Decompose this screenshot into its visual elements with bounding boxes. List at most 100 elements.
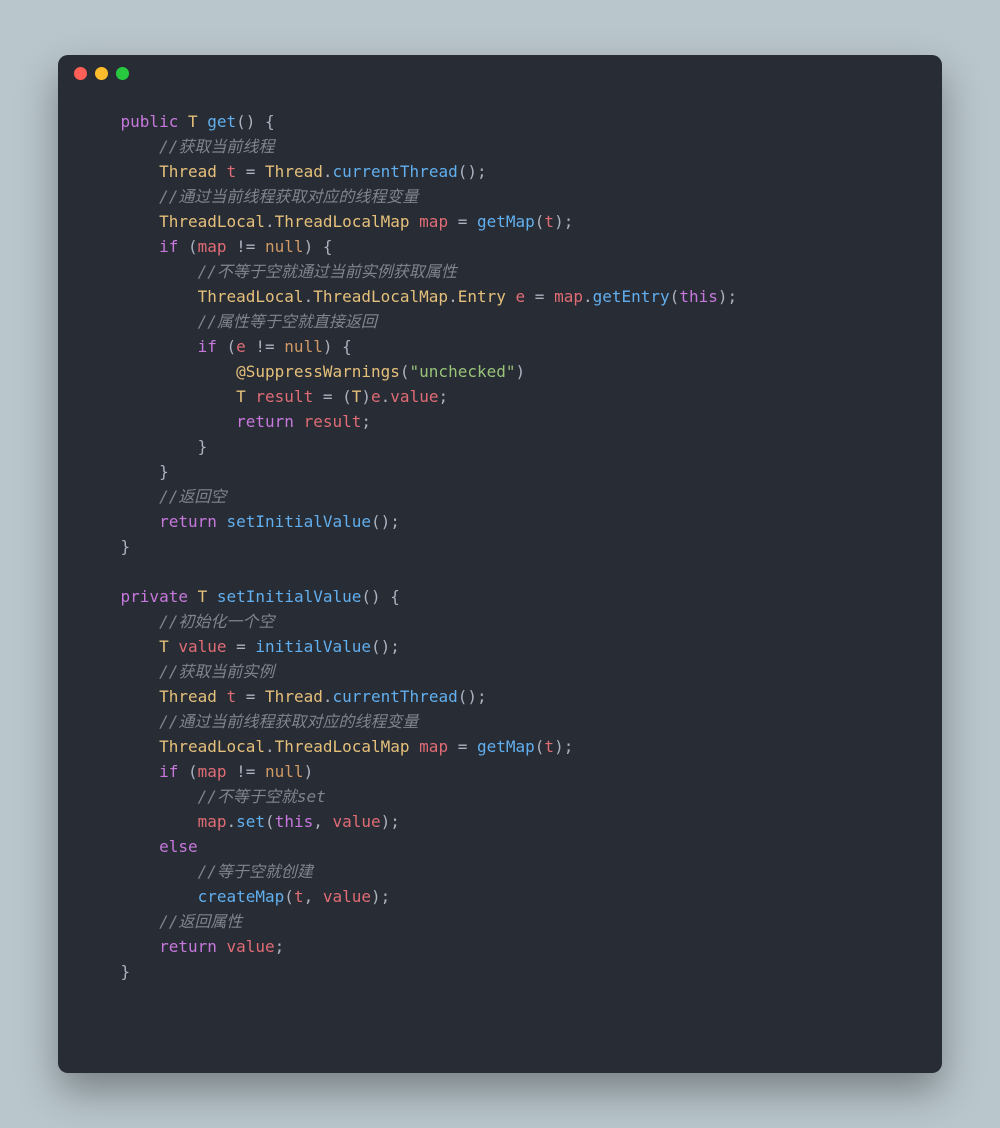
code-token: else — [159, 837, 198, 856]
code-line: Thread t = Thread.currentThread(); — [82, 159, 918, 184]
code-line: else — [82, 834, 918, 859]
code-line: //初始化一个空 — [82, 609, 918, 634]
code-token: ); — [554, 212, 573, 231]
code-token: . — [304, 287, 314, 306]
code-token: T — [352, 387, 362, 406]
code-line: if (e != null) { — [82, 334, 918, 359]
window-titlebar — [58, 55, 942, 91]
code-token: ThreadLocal — [159, 212, 265, 231]
code-line: public T get() { — [82, 109, 918, 134]
code-line: @SuppressWarnings("unchecked") — [82, 359, 918, 384]
code-token: private — [121, 587, 188, 606]
code-token: if — [159, 762, 178, 781]
code-token: ) — [304, 762, 314, 781]
code-token: () { — [361, 587, 400, 606]
code-token: != — [227, 762, 266, 781]
code-line: //通过当前线程获取对应的线程变量 — [82, 184, 918, 209]
code-line: //获取当前实例 — [82, 659, 918, 684]
code-line: if (map != null) { — [82, 234, 918, 259]
code-token: ); — [381, 812, 400, 831]
code-window: public T get() { //获取当前线程 Thread t = Thr… — [58, 55, 942, 1073]
code-token: result — [255, 387, 313, 406]
code-token: != — [227, 237, 266, 256]
code-token: t — [544, 737, 554, 756]
code-token: . — [265, 737, 275, 756]
code-token: get — [207, 112, 236, 131]
code-token: . — [227, 812, 237, 831]
code-line: if (map != null) — [82, 759, 918, 784]
code-token: value — [390, 387, 438, 406]
code-line: //不等于空就set — [82, 784, 918, 809]
code-token: = — [236, 162, 265, 181]
code-line: //获取当前线程 — [82, 134, 918, 159]
code-token: (); — [458, 162, 487, 181]
code-token: T — [188, 112, 198, 131]
code-line: } — [82, 534, 918, 559]
code-token: Thread — [265, 687, 323, 706]
code-token: ) { — [323, 337, 352, 356]
code-token: setInitialValue — [227, 512, 372, 531]
code-token: currentThread — [332, 162, 457, 181]
code-token: e — [236, 337, 246, 356]
code-token: value — [332, 812, 380, 831]
code-line: return value; — [82, 934, 918, 959]
code-token: map — [419, 212, 448, 231]
code-line: T value = initialValue(); — [82, 634, 918, 659]
code-token: = — [236, 687, 265, 706]
code-token: ThreadLocalMap — [313, 287, 448, 306]
code-token: ( — [535, 212, 545, 231]
code-token: . — [583, 287, 593, 306]
code-token: ) — [516, 362, 526, 381]
code-comment: //不等于空就set — [82, 787, 326, 806]
close-icon[interactable] — [74, 67, 87, 80]
code-token: map — [198, 762, 227, 781]
code-token — [217, 937, 227, 956]
code-token: this — [679, 287, 718, 306]
code-token: (); — [371, 637, 400, 656]
code-token: getEntry — [593, 287, 670, 306]
maximize-icon[interactable] — [116, 67, 129, 80]
code-token: value — [178, 637, 226, 656]
code-line: } — [82, 434, 918, 459]
code-token: = — [448, 212, 477, 231]
code-token: ( — [178, 237, 197, 256]
code-token: getMap — [477, 212, 535, 231]
code-token: = — [525, 287, 554, 306]
code-token: getMap — [477, 737, 535, 756]
code-token: } — [121, 962, 131, 981]
code-token: T — [198, 587, 208, 606]
code-token: return — [159, 937, 217, 956]
code-line: //返回空 — [82, 484, 918, 509]
code-token: = — [448, 737, 477, 756]
code-token: setInitialValue — [217, 587, 362, 606]
code-token: if — [198, 337, 217, 356]
code-comment: //返回属性 — [82, 912, 242, 931]
code-line: //返回属性 — [82, 909, 918, 934]
code-line: private T setInitialValue() { — [82, 584, 918, 609]
code-token: createMap — [198, 887, 285, 906]
code-line: ThreadLocal.ThreadLocalMap map = getMap(… — [82, 734, 918, 759]
code-line: } — [82, 459, 918, 484]
code-token: ( — [400, 362, 410, 381]
minimize-icon[interactable] — [95, 67, 108, 80]
code-token: = ( — [313, 387, 352, 406]
code-token: this — [275, 812, 314, 831]
code-token: null — [265, 237, 304, 256]
code-token: ) — [361, 387, 371, 406]
code-token — [169, 637, 179, 656]
code-line: ThreadLocal.ThreadLocalMap.Entry e = map… — [82, 284, 918, 309]
code-token: () { — [236, 112, 275, 131]
code-token — [188, 587, 198, 606]
code-line: return setInitialValue(); — [82, 509, 918, 534]
code-token: currentThread — [332, 687, 457, 706]
code-token: ) { — [304, 237, 333, 256]
code-token: t — [227, 162, 237, 181]
code-token: Thread — [159, 162, 217, 181]
code-token: ; — [275, 937, 285, 956]
code-token — [506, 287, 516, 306]
code-token: , — [313, 812, 332, 831]
code-comment: //通过当前线程获取对应的线程变量 — [82, 187, 418, 206]
code-token: return — [159, 512, 217, 531]
code-token — [217, 687, 227, 706]
code-token: t — [294, 887, 304, 906]
